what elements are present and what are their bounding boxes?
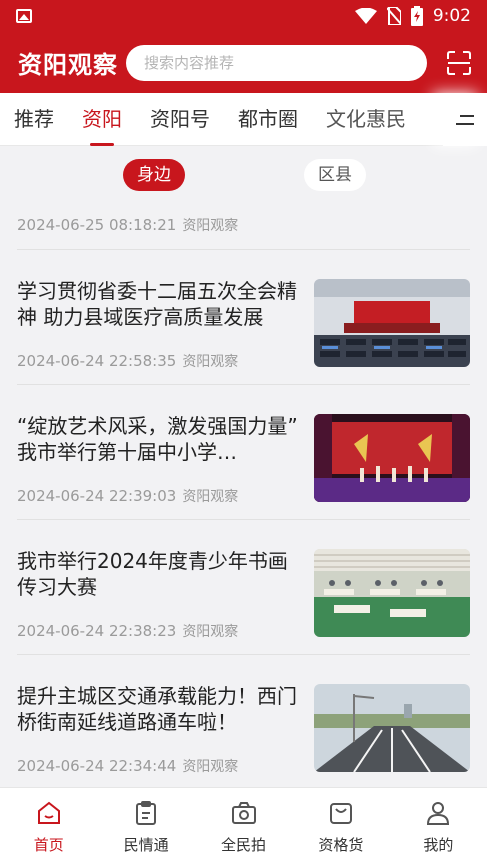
article-title: 提升主城区交通承载能力！西门桥街南延线道路通车啦！ bbox=[17, 684, 297, 734]
list-item-meta[interactable]: 2024-06-25 08:18:21 资阳观察 bbox=[17, 200, 470, 250]
bottom-navigation: 首页 民情通 全民拍 资格货 我的 bbox=[0, 787, 487, 865]
status-time: 9:02 bbox=[432, 6, 471, 26]
nav-label: 首页 bbox=[33, 836, 64, 854]
list-item[interactable]: 学习贯彻省委十二届五次全会精神 助力县域医疗高质量发展 2024-06-24 2… bbox=[17, 250, 470, 385]
wifi-icon bbox=[354, 8, 377, 24]
nav-shop[interactable]: 资格货 bbox=[292, 788, 389, 865]
article-source: 资阳观察 bbox=[182, 489, 239, 505]
tab-recommend[interactable]: 推荐 bbox=[0, 93, 54, 146]
tab-ziyang[interactable]: 资阳 bbox=[68, 93, 122, 146]
article-title: “绽放艺术风采，激发强国力量” 我市举行第十届中小学… bbox=[17, 414, 298, 464]
article-source: 资阳观察 bbox=[182, 217, 239, 234]
article-title: 学习贯彻省委十二届五次全会精神 助力县域医疗高质量发展 bbox=[17, 279, 297, 329]
meeting-hall-thumbnail bbox=[314, 279, 470, 367]
home-icon bbox=[37, 801, 60, 824]
channel-menu-button[interactable] bbox=[443, 93, 487, 146]
list-item[interactable]: “绽放艺术风采，激发强国力量” 我市举行第十届中小学… 2024-06-24 2… bbox=[17, 385, 470, 520]
stage-performance-thumbnail bbox=[314, 414, 470, 502]
nav-label: 民情通 bbox=[123, 836, 169, 854]
article-date: 2024-06-24 22:34:44 bbox=[17, 757, 177, 775]
tab-metro-circle[interactable]: 都市圈 bbox=[224, 93, 298, 146]
menu-icon bbox=[456, 114, 474, 125]
top-bar: 9:02 资阳观察 搜索内容推荐 bbox=[0, 0, 487, 93]
no-sim-icon bbox=[386, 7, 401, 25]
article-title: 我市举行2024年度青少年书画传习大赛 bbox=[17, 549, 288, 599]
scan-button[interactable] bbox=[445, 49, 473, 77]
news-feed: 2024-06-25 08:18:21 资阳观察 学习贯彻省委十二届五次全会精神 … bbox=[0, 200, 487, 790]
filter-district[interactable]: 区县 bbox=[304, 159, 366, 191]
road-opening-thumbnail bbox=[314, 684, 470, 772]
nav-public-opinion[interactable]: 民情通 bbox=[97, 788, 194, 865]
nav-label: 全民拍 bbox=[221, 836, 267, 854]
article-date: 2024-06-24 22:39:03 bbox=[17, 487, 177, 505]
nav-home[interactable]: 首页 bbox=[0, 788, 97, 865]
nav-label: 我的 bbox=[423, 836, 454, 854]
nav-profile[interactable]: 我的 bbox=[390, 788, 487, 865]
search-input[interactable]: 搜索内容推荐 bbox=[126, 44, 427, 81]
app-logo: 资阳观察 bbox=[18, 51, 118, 79]
status-bar: 9:02 bbox=[0, 0, 487, 32]
filter-nearby[interactable]: 身边 bbox=[123, 159, 185, 191]
search-placeholder: 搜索内容推荐 bbox=[144, 54, 235, 72]
list-item[interactable]: 我市举行2024年度青少年书画传习大赛 2024-06-24 22:38:23 资… bbox=[17, 520, 470, 655]
article-date: 2024-06-24 22:58:35 bbox=[17, 352, 177, 370]
calligraphy-contest-thumbnail bbox=[314, 549, 470, 637]
channel-tabs: 推荐 资阳 资阳号 都市圈 文化惠民 bbox=[0, 93, 487, 146]
scan-icon bbox=[447, 50, 471, 75]
battery-icon bbox=[410, 6, 423, 26]
bag-icon bbox=[329, 803, 352, 824]
camera-icon bbox=[231, 802, 256, 824]
nav-label: 资格货 bbox=[318, 836, 364, 854]
user-icon bbox=[427, 802, 450, 825]
article-date: 2024-06-25 08:18:21 bbox=[17, 215, 177, 234]
image-notification-icon bbox=[16, 9, 32, 23]
nav-citizen-photo[interactable]: 全民拍 bbox=[195, 788, 292, 865]
tab-culture[interactable]: 文化惠民 bbox=[312, 93, 406, 146]
app-header: 资阳观察 搜索内容推荐 bbox=[0, 32, 487, 93]
article-source: 资阳观察 bbox=[182, 624, 239, 640]
tab-ziyang-hao[interactable]: 资阳号 bbox=[136, 93, 210, 146]
article-date: 2024-06-24 22:38:23 bbox=[17, 622, 177, 640]
article-source: 资阳观察 bbox=[182, 759, 239, 775]
article-source: 资阳观察 bbox=[182, 354, 239, 370]
clipboard-icon bbox=[136, 801, 157, 825]
list-item[interactable]: 提升主城区交通承载能力！西门桥街南延线道路通车啦！ 2024-06-24 22:… bbox=[17, 655, 470, 790]
